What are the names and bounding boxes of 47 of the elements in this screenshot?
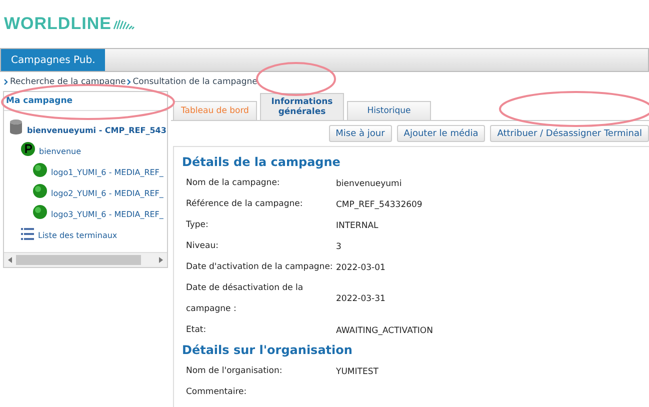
field-value: 2022-03-01 xyxy=(336,262,386,272)
tab[interactable]: Informations générales xyxy=(260,93,344,120)
field-label: Nom de la campagne: xyxy=(186,177,281,190)
logo-text: WORLDLINE xyxy=(4,14,112,34)
breadcrumb-link[interactable]: Consultation de la campagne xyxy=(132,77,258,87)
field-value: 2022-03-31 xyxy=(336,294,386,304)
field-label: Nom de l'organisation: xyxy=(186,365,284,378)
field-value: YUMITEST xyxy=(336,366,378,376)
field-label: Date d'activation de la campagne: xyxy=(186,261,334,274)
nav-tab[interactable]: Campagnes Pub. xyxy=(1,49,106,71)
scroll-left-icon[interactable] xyxy=(8,257,12,263)
section-heading: Détails de la campagne xyxy=(182,155,342,169)
breadcrumb-link[interactable]: Recherche de la campagne xyxy=(10,77,126,87)
panel-title: Ma campagne xyxy=(4,92,167,111)
field-value: INTERNAL xyxy=(336,220,378,230)
field-value: 3 xyxy=(336,242,342,252)
p-circle-icon xyxy=(21,142,35,156)
field-label: Niveau: xyxy=(186,240,220,253)
globe-icon xyxy=(33,184,47,198)
tree-item[interactable]: bienvenue xyxy=(39,147,82,156)
list-icon xyxy=(21,228,34,240)
tree-item[interactable]: logo2_YUMI_6 - MEDIA_REF_ xyxy=(51,189,164,198)
action-button[interactable]: Attribuer / Désassigner Terminal xyxy=(490,125,649,142)
field-label: Référence de la campagne: xyxy=(186,198,304,211)
tab[interactable]: Historique xyxy=(347,101,431,120)
field-value: CMP_REF_54332609 xyxy=(336,200,422,210)
action-button[interactable]: Mise à jour xyxy=(328,125,392,142)
waves-icon xyxy=(113,18,136,30)
tree-item[interactable]: logo1_YUMI_6 - MEDIA_REF_ xyxy=(51,168,164,177)
field-value: AWAITING_ACTIVATION xyxy=(336,326,433,336)
database-icon xyxy=(9,119,23,135)
scroll-right-icon[interactable] xyxy=(159,257,163,263)
field-label: Date de désactivation de la campagne : xyxy=(186,282,304,316)
field-label: Type: xyxy=(186,219,210,232)
field-label: Etat: xyxy=(186,324,208,337)
chevron-icon xyxy=(4,79,8,85)
field-label: Commentaire: xyxy=(186,386,248,399)
chevron-icon xyxy=(126,79,131,85)
globe-icon xyxy=(33,163,47,177)
scrollbar[interactable] xyxy=(4,252,167,267)
action-button[interactable]: Ajouter le média xyxy=(396,125,486,142)
section-heading: Détails sur l'organisation xyxy=(182,343,354,357)
tree-item[interactable]: bienvenueyumi - CMP_REF_543 xyxy=(27,126,166,135)
tree-item[interactable]: logo3_YUMI_6 - MEDIA_REF_ xyxy=(51,210,164,219)
tree-item[interactable]: Liste des terminaux xyxy=(38,231,118,240)
globe-icon xyxy=(33,205,47,219)
field-value: bienvenueyumi xyxy=(336,178,402,188)
